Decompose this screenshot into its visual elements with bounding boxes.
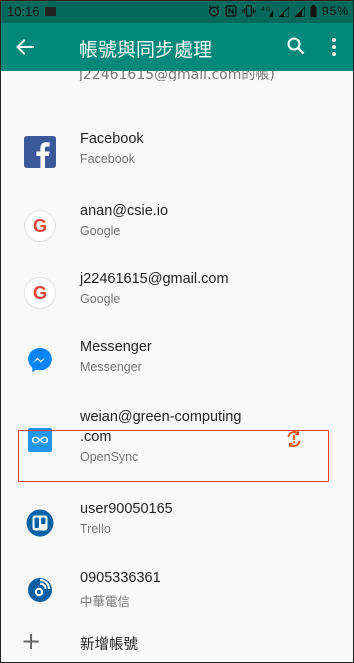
svg-text:4G: 4G xyxy=(261,6,271,13)
gallery-notification-icon xyxy=(45,7,56,16)
battery-percent: 95% xyxy=(321,4,349,18)
status-bar: 10:16 4G 95% xyxy=(1,1,353,23)
search-button[interactable] xyxy=(284,34,308,58)
status-time: 10:16 xyxy=(7,4,40,19)
cht-icon xyxy=(23,573,57,607)
account-type: 中華電信 xyxy=(80,595,131,609)
account-item-trello[interactable]: user90050165 Trello xyxy=(1,489,353,554)
account-type: Messenger xyxy=(80,360,142,374)
google-icon: G xyxy=(23,209,57,243)
signal-1-icon xyxy=(278,6,289,17)
sync-error-icon xyxy=(284,429,304,449)
alarm-icon xyxy=(208,5,220,17)
arrow-left-icon xyxy=(16,39,34,55)
svg-text:G: G xyxy=(33,283,47,303)
4g-signal-icon: 4G xyxy=(261,6,273,17)
google-icon: G xyxy=(23,276,57,310)
add-account-button[interactable]: + 新增帳號 xyxy=(1,623,353,662)
account-type: Trello xyxy=(80,522,111,536)
search-icon xyxy=(287,37,305,55)
account-type: Google xyxy=(80,224,121,238)
account-name: Facebook xyxy=(80,131,144,147)
messenger-icon xyxy=(23,343,57,377)
highlight-box xyxy=(18,430,329,482)
signal-2-icon xyxy=(294,6,305,17)
battery-icon xyxy=(310,5,317,17)
more-options-button[interactable] xyxy=(331,36,337,58)
plus-icon: + xyxy=(21,627,42,655)
page-title: 帳號與同步處理 xyxy=(79,39,213,61)
more-vertical-icon xyxy=(332,38,336,56)
screen: 10:16 4G 95% 帳號與同步處理 j22461615@gmail.com… xyxy=(0,0,354,663)
status-icons: 4G 95% xyxy=(208,4,349,18)
account-item-google-j22461615[interactable]: G j22461615@gmail.com Google xyxy=(1,259,353,324)
account-name: j22461615@gmail.com xyxy=(80,271,229,287)
svg-text:G: G xyxy=(33,216,47,236)
account-name: 0905336361 xyxy=(80,570,161,586)
nfc-icon xyxy=(225,5,237,17)
account-item-google-anan[interactable]: G anan@csie.io Google xyxy=(1,191,353,256)
account-item-messenger[interactable]: Messenger Messenger xyxy=(1,327,353,392)
facebook-icon xyxy=(23,135,57,169)
add-account-label: 新增帳號 xyxy=(80,637,138,653)
back-button[interactable] xyxy=(11,33,39,61)
account-item-cht[interactable]: 0905336361 中華電信 xyxy=(1,558,353,620)
account-name: Messenger xyxy=(80,339,152,355)
account-type: Facebook xyxy=(80,152,135,166)
account-name: anan@csie.io xyxy=(80,203,169,219)
account-name: user90050165 xyxy=(80,501,173,517)
app-bar: 帳號與同步處理 xyxy=(1,23,353,71)
vibrate-icon xyxy=(242,5,256,17)
account-name-line1: weian@green-computing xyxy=(80,409,242,425)
partial-list-item: j22461615@gmail.com的帳) xyxy=(79,71,275,81)
trello-icon xyxy=(23,506,57,540)
account-type: Google xyxy=(80,292,121,306)
account-item-facebook[interactable]: Facebook Facebook xyxy=(1,81,353,168)
